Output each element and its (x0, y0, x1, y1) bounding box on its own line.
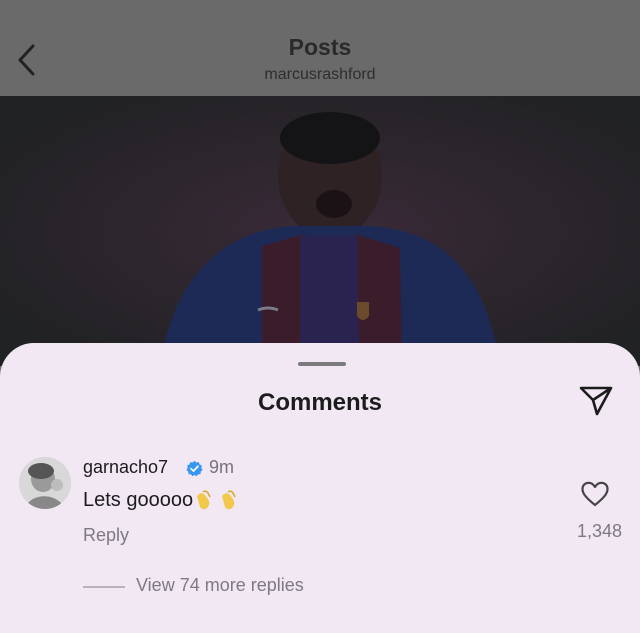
sheet-title: Comments (257, 389, 383, 416)
like-button[interactable] (580, 480, 610, 508)
player-photo (0, 96, 640, 366)
post-image[interactable] (0, 96, 640, 366)
comment-time: 9m (209, 457, 235, 477)
paper-plane-icon (579, 386, 613, 416)
heart-outline-icon (581, 481, 609, 507)
view-more-replies-button[interactable]: View 74 more replies (136, 575, 304, 596)
verified-badge-icon (186, 460, 203, 477)
share-button[interactable] (576, 383, 616, 419)
pinched-fingers-emoji (197, 490, 211, 510)
comments-sheet: Comments garnacho7 9m Lets gooooo Reply (0, 343, 640, 633)
pinched-fingers-emoji (222, 490, 236, 510)
like-count: 1,348 (576, 521, 622, 541)
page-title: Posts (288, 34, 352, 60)
avatar[interactable] (19, 457, 71, 509)
comment-text: Lets gooooo (83, 488, 243, 512)
comment-body: Lets gooooo (83, 488, 194, 511)
top-bar: Posts marcusrashford (0, 0, 640, 96)
replies-divider (83, 586, 125, 588)
reply-button[interactable]: Reply (83, 525, 129, 546)
comment-username[interactable]: garnacho7 (83, 457, 168, 478)
account-username[interactable]: marcusrashford (0, 66, 640, 84)
sheet-grabber[interactable] (298, 362, 346, 366)
